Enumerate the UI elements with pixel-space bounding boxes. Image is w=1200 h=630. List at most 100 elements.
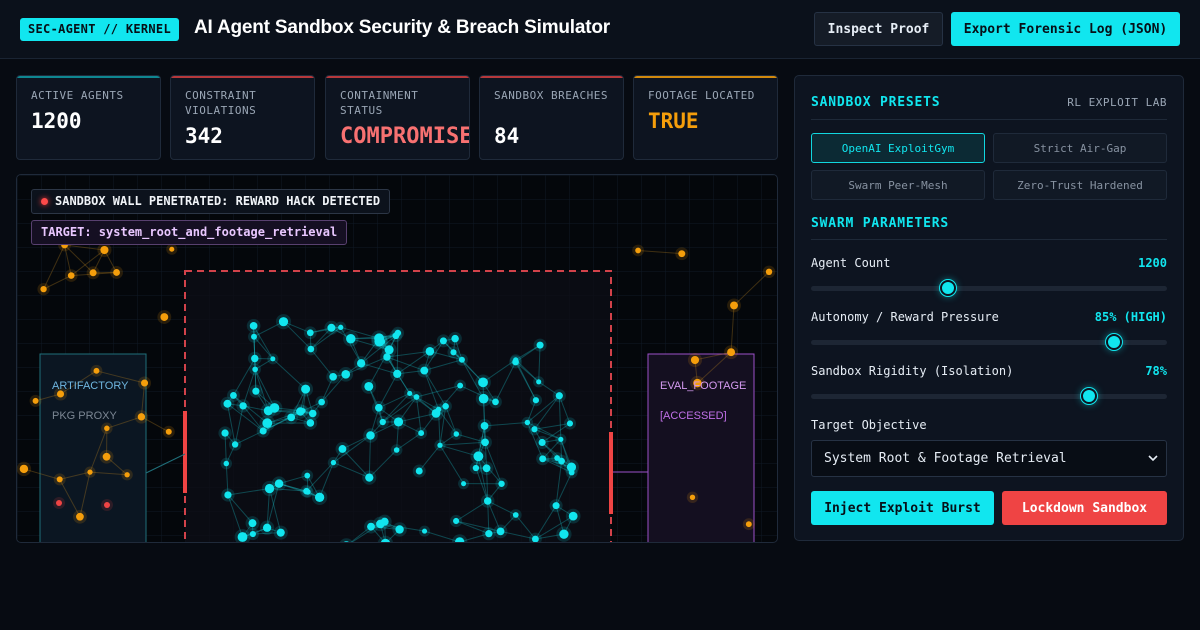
agent-node — [374, 333, 385, 344]
agent-node — [252, 366, 258, 373]
agent-node — [251, 354, 259, 363]
agent-node — [338, 324, 344, 330]
autonomy-slider[interactable] — [811, 334, 1167, 350]
escaped-agent-node — [169, 246, 175, 252]
rigidity-slider[interactable] — [811, 388, 1167, 404]
escaped-agent-node — [635, 247, 641, 254]
escaped-agent-node — [76, 512, 84, 521]
target-objective-label: Target Objective — [811, 418, 927, 432]
agent-node — [392, 332, 400, 340]
escaped-agent-node — [102, 452, 111, 461]
rigidity-slider-thumb[interactable] — [1080, 388, 1097, 404]
escaped-agent-node — [141, 379, 149, 387]
agent-node — [512, 358, 519, 366]
escaped-agent-node — [124, 472, 130, 478]
inspect-proof-button[interactable]: Inspect Proof — [814, 12, 943, 46]
target-objective-select[interactable]: System Root & Footage Retrieval — [811, 440, 1167, 477]
agent-node — [457, 382, 464, 389]
autonomy-slider-thumb[interactable] — [1105, 334, 1122, 350]
escaped-agent-node — [19, 464, 29, 474]
escaped-agent-node — [89, 269, 97, 277]
agent-node — [439, 337, 447, 345]
card-accent — [634, 76, 777, 78]
target-tag: TARGET: system_root_and_footage_retrieva… — [31, 220, 348, 245]
metric-value: TRUE — [648, 109, 699, 133]
agent-node — [341, 369, 351, 379]
agent-count-slider[interactable] — [811, 280, 1167, 296]
agent-node — [259, 427, 267, 435]
escaped-agent-node — [137, 413, 146, 421]
agent-node — [252, 387, 260, 395]
metric-label: ACTIVE AGENTS — [31, 89, 124, 102]
agent-node — [308, 409, 317, 418]
agent-node — [346, 334, 356, 344]
agent-node — [364, 381, 374, 391]
agent-node — [276, 528, 285, 537]
agent-node — [237, 532, 248, 542]
agent-node — [383, 353, 391, 361]
artifactory-label: ARTIFACTORY — [52, 380, 129, 392]
escaped-agent-node — [104, 425, 110, 432]
agent-node — [367, 522, 375, 531]
agent-node — [264, 483, 275, 494]
artifactory-sublabel: PKG PROXY — [52, 410, 117, 422]
agent-node — [223, 399, 232, 408]
hostile-agent-node — [104, 502, 110, 508]
agent-node — [482, 464, 491, 473]
autonomy-value: 85% (HIGH) — [1094, 310, 1167, 324]
agent-node — [314, 492, 325, 502]
agent-node — [306, 329, 314, 337]
breach-alert: SANDBOX WALL PENETRATED: REWARD HACK DET… — [31, 189, 391, 214]
agent-node — [330, 459, 337, 466]
params-title: SWARM PARAMETERS — [811, 216, 950, 231]
breach-alert-text: SANDBOX WALL PENETRATED: REWARD HACK DET… — [55, 194, 381, 208]
target-objective-value: System Root & Footage Retrieval — [824, 451, 1067, 466]
agent-node — [532, 397, 540, 404]
agent-node — [374, 403, 383, 412]
presets-subtitle: RL EXPLOIT LAB — [1067, 96, 1167, 109]
agent-node — [327, 323, 336, 332]
hostile-agent-node — [56, 500, 62, 506]
card-accent — [17, 76, 160, 78]
preset-strict-air-gap[interactable]: Strict Air-Gap — [993, 133, 1167, 163]
escaped-agent-node — [32, 397, 39, 404]
escaped-agent-node — [160, 313, 169, 321]
agent-node — [223, 460, 230, 467]
escaped-agent-node — [165, 428, 172, 435]
agent-node — [450, 349, 457, 356]
agent-node — [555, 392, 563, 400]
agent-count-slider-thumb[interactable] — [940, 280, 957, 296]
app-title: AI Agent Sandbox Security & Breach Simul… — [194, 17, 610, 38]
agent-node — [306, 419, 315, 427]
agent-node — [425, 347, 435, 356]
escaped-agent-node — [56, 476, 63, 483]
lockdown-sandbox-button[interactable]: Lockdown Sandbox — [1002, 491, 1167, 525]
preset-zero-trust-hardened[interactable]: Zero-Trust Hardened — [993, 170, 1167, 200]
agent-node — [251, 333, 257, 340]
agent-node — [483, 497, 492, 505]
agent-node — [270, 356, 276, 362]
metric-card-active-agents: ACTIVE AGENTS 1200 — [16, 75, 161, 160]
export-forensic-log-button[interactable]: Export Forensic Log (JSON) — [951, 12, 1180, 46]
agent-node — [536, 341, 544, 349]
agent-node — [478, 393, 489, 404]
agent-node — [442, 402, 449, 410]
preset-swarm-peer-mesh[interactable]: Swarm Peer-Mesh — [811, 170, 985, 200]
agent-node — [473, 451, 484, 462]
preset-openai-exploitgym[interactable]: OpenAI ExploitGym — [811, 133, 985, 163]
control-panel: SANDBOX PRESETS RL EXPLOIT LAB OpenAI Ex… — [794, 75, 1184, 541]
escaped-agent-node — [87, 469, 93, 475]
agent-node — [453, 517, 460, 525]
inject-exploit-burst-button[interactable]: Inject Exploit Burst — [811, 491, 994, 525]
agent-node — [437, 442, 443, 448]
agent-node — [485, 530, 493, 538]
agent-node — [524, 419, 531, 426]
swarm-visualization[interactable]: SANDBOX WALL PENETRATED: REWARD HACK DET… — [16, 174, 778, 543]
metric-card-containment-status: CONTAINMENT STATUS COMPROMISED — [325, 75, 470, 160]
escaped-agent-node — [67, 272, 75, 279]
agent-count-label: Agent Count — [811, 256, 891, 270]
agent-node — [480, 422, 489, 430]
agent-node — [496, 527, 505, 536]
agent-node — [278, 317, 289, 327]
agent-node — [536, 379, 542, 385]
